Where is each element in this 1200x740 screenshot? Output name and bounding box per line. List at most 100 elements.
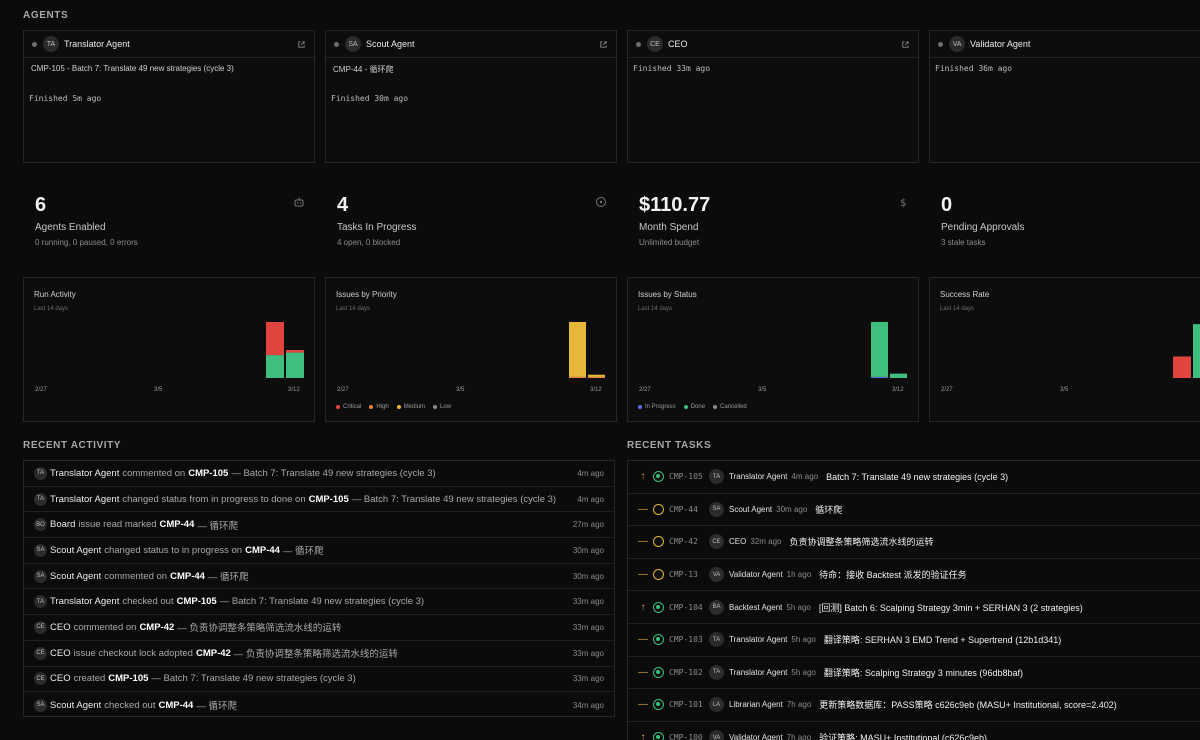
kpi-sub: Unlimited budget — [639, 238, 700, 247]
avatar: SA — [34, 543, 47, 557]
task-row[interactable]: — CMP-102 TA Translator Agent 5h ago 翻译策略: Sc… — [628, 657, 1200, 690]
activity-issue-link[interactable]: CMP-44 — [158, 700, 193, 711]
task-row[interactable]: — CMP-13 VA Validator Agent 1h ago 待命：接收 Back… — [628, 559, 1200, 592]
task-row[interactable]: ↑ CMP-100 VA Validator Agent 7h ago 验证策略: MAS… — [628, 722, 1200, 740]
activity-actor[interactable]: CEO — [50, 648, 71, 659]
activity-row[interactable]: SA Scout Agent commented on CMP-44— 循环爬 30m … — [24, 564, 614, 590]
bar-3-12-s1 — [588, 376, 605, 378]
priority-high-icon: ↑ — [640, 732, 646, 740]
activity-actor[interactable]: Scout Agent — [50, 571, 101, 582]
activity-actor[interactable]: Scout Agent — [50, 700, 101, 711]
task-assignee: Validator Agent — [729, 570, 783, 580]
external-link-icon[interactable] — [599, 40, 608, 49]
x-tick: 3/5 — [456, 387, 465, 393]
chart-bars — [871, 322, 907, 378]
task-row[interactable]: — CMP-42 CE CEO 32m ago 负责协调整条策略筛选流水线的运转 — [628, 526, 1200, 559]
robot-icon — [294, 197, 304, 207]
activity-issue-link[interactable]: CMP-44 — [160, 519, 195, 530]
task-row[interactable]: — CMP-101 LA Librarian Agent 7h ago 更新策略数据库：P… — [628, 689, 1200, 722]
status-dot — [636, 41, 641, 47]
avatar: CE — [647, 36, 663, 52]
activity-actor[interactable]: Translator Agent — [50, 596, 119, 607]
x-tick: 3/12 — [590, 387, 602, 393]
task-row[interactable]: — CMP-103 TA Translator Agent 5h ago 翻译策略: SE… — [628, 624, 1200, 657]
activity-actor[interactable]: CEO — [50, 622, 71, 633]
activity-row[interactable]: TA Translator Agent changed status from in… — [24, 487, 614, 513]
bar-3-11-s1 — [266, 322, 284, 356]
kpi-agents-enabled[interactable]: 6 Agents Enabled 0 running, 0 paused, 0 … — [23, 180, 315, 260]
avatar: VA — [709, 730, 724, 740]
bar-3-11-s0 — [266, 355, 284, 378]
activity-issue-link[interactable]: CMP-44 — [245, 545, 280, 556]
activity-detail: — Batch 7: Translate 49 new strategies (… — [231, 467, 436, 479]
avatar: SA — [34, 698, 47, 712]
legend-dot — [638, 405, 642, 409]
task-row[interactable]: ↑ CMP-105 TA Translator Agent 4m ago Batch 7:… — [628, 461, 1200, 494]
agent-card-scout[interactable]: SA Scout Agent CMP-44 - 循环爬 Finished 30m… — [325, 30, 617, 163]
status-todo-icon[interactable] — [653, 569, 664, 581]
activity-issue-link[interactable]: CMP-42 — [196, 648, 231, 659]
status-todo-icon[interactable] — [653, 536, 664, 548]
external-link-icon[interactable] — [297, 40, 306, 49]
recent-tasks-title: RECENT TASKS — [627, 440, 712, 451]
bar-3-11-s0 — [871, 376, 888, 378]
chart-issues-by-status: Issues by Status Last 14 days 2/27 3/5 3… — [627, 277, 919, 422]
activity-row[interactable]: CE CEO commented on CMP-42— 负责协调整条策略筛选流水线的运… — [24, 615, 614, 641]
agent-card-translator[interactable]: TA Translator Agent CMP-105 - Batch 7: T… — [23, 30, 315, 163]
status-done-icon[interactable] — [653, 699, 664, 711]
avatar: VA — [949, 36, 965, 52]
activity-issue-link[interactable]: CMP-105 — [108, 673, 148, 684]
activity-actor[interactable]: Board — [50, 519, 75, 530]
task-time: 5h ago — [786, 602, 811, 612]
activity-row[interactable]: TA Translator Agent commented on CMP-105— B… — [24, 461, 614, 487]
activity-issue-link[interactable]: CMP-105 — [177, 596, 217, 607]
status-done-icon[interactable] — [653, 666, 664, 678]
activity-row[interactable]: SA Scout Agent checked out CMP-44— 循环爬 34m a… — [24, 692, 614, 718]
task-time: 4m ago — [791, 472, 819, 482]
activity-actor[interactable]: Translator Agent — [50, 468, 119, 479]
status-done-icon[interactable] — [653, 471, 664, 483]
activity-actor[interactable]: Scout Agent — [50, 545, 101, 556]
activity-list: TA Translator Agent commented on CMP-105— B… — [23, 460, 615, 717]
task-time: 32m ago — [750, 537, 782, 547]
task-id: CMP-100 — [669, 733, 703, 740]
activity-row[interactable]: TA Translator Agent checked out CMP-105— Ba… — [24, 589, 614, 616]
activity-row[interactable]: SA Scout Agent changed status to in progre… — [24, 538, 614, 564]
status-todo-icon[interactable] — [653, 503, 664, 515]
task-row[interactable]: ↑ CMP-104 BA Backtest Agent 5h ago [回测] Batch… — [628, 591, 1200, 624]
kpi-sub: 4 open, 0 blocked — [337, 238, 401, 247]
status-done-icon[interactable] — [653, 601, 664, 613]
legend-item: Medium — [396, 404, 425, 410]
agents-section-title: AGENTS — [23, 10, 69, 21]
activity-issue-link[interactable]: CMP-105 — [309, 494, 349, 505]
activity-row[interactable]: CE CEO issue checkout lock adopted CMP-42— … — [24, 641, 614, 667]
task-title: 负责协调整条策略筛选流水线的运转 — [789, 537, 934, 548]
external-link-icon[interactable] — [901, 40, 910, 49]
activity-detail: — 循环爬 — [282, 546, 324, 558]
avatar: CE — [34, 672, 47, 686]
activity-issue-link[interactable]: CMP-44 — [170, 571, 205, 582]
status-done-icon[interactable] — [653, 732, 664, 740]
avatar: LA — [709, 697, 724, 713]
task-row[interactable]: — CMP-44 SA Scout Agent 30m ago 循环爬 — [628, 494, 1200, 527]
legend-item: Low — [433, 404, 451, 410]
agent-card-validator[interactable]: VA Validator Agent Finished 36m ago — [929, 30, 1200, 163]
activity-row[interactable]: BO Board issue read marked CMP-44— 循环爬 27m a… — [24, 512, 614, 539]
kpi-tasks-in-progress[interactable]: 4 Tasks In Progress 4 open, 0 blocked — [325, 180, 617, 260]
status-done-icon[interactable] — [653, 634, 664, 646]
activity-issue-link[interactable]: CMP-42 — [139, 622, 174, 633]
bar-3-12-s0 — [1193, 324, 1200, 378]
task-title: 待命：接收 Backtest 派发的验证任务 — [819, 570, 967, 581]
activity-row[interactable]: CE CEO created CMP-105— Batch 7: Translate … — [24, 667, 614, 693]
activity-detail: — 循环爬 — [207, 572, 249, 584]
kpi-month-spend[interactable]: $110.77 Month Spend Unlimited budget $ — [627, 180, 919, 260]
task-title: 循环爬 — [815, 504, 843, 515]
kpi-value: 0 — [941, 194, 953, 216]
activity-issue-link[interactable]: CMP-105 — [188, 468, 228, 479]
task-time: 5h ago — [791, 635, 816, 645]
agent-card-ceo[interactable]: CE CEO Finished 33m ago — [627, 30, 919, 163]
activity-actor[interactable]: Translator Agent — [50, 494, 119, 505]
kpi-pending-approvals[interactable]: 0 Pending Approvals 3 stale tasks — [929, 180, 1200, 260]
activity-actor[interactable]: CEO — [50, 673, 71, 684]
dollar-icon: $ — [900, 198, 906, 208]
